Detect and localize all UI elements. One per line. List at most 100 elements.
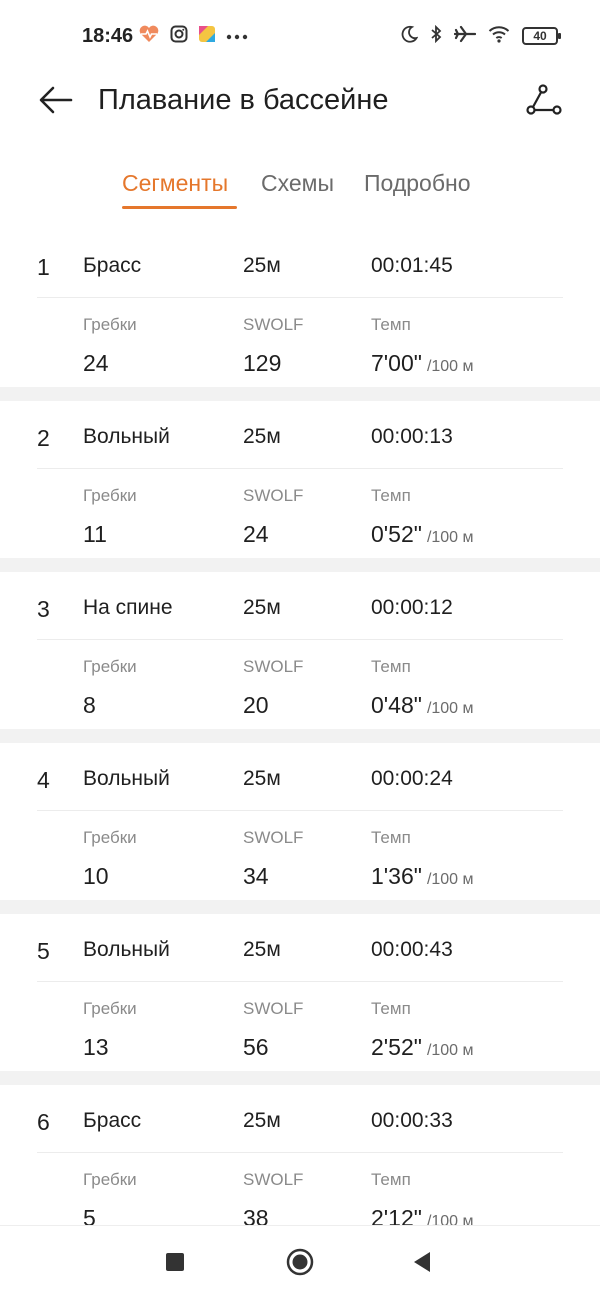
wifi-icon	[488, 25, 510, 48]
strokes-value: 8	[83, 692, 96, 718]
strokes-value: 10	[83, 863, 109, 889]
pace-label: Темп	[371, 657, 411, 676]
segment-number: 4	[37, 767, 50, 793]
swolf-value: 24	[243, 521, 269, 547]
strokes-label: Гребки	[83, 1170, 137, 1189]
segment-distance: 25м	[243, 767, 281, 790]
more-dots-icon	[226, 27, 248, 45]
back-nav-button[interactable]	[400, 1242, 444, 1286]
segment-stroke-style: Вольный	[83, 425, 170, 448]
recents-square-icon	[165, 1252, 185, 1277]
status-left-icons	[138, 24, 248, 48]
segment-number: 6	[37, 1109, 50, 1135]
strokes-label: Гребки	[83, 999, 137, 1018]
pace-value: 2'52"	[371, 1034, 422, 1060]
heart-rate-icon	[138, 24, 160, 49]
app-icon	[198, 25, 216, 48]
segment-summary-row: 6 Брасс 25м 00:00:33	[0, 1085, 600, 1153]
segment-stroke-style: Брасс	[83, 254, 142, 277]
segment-distance: 25м	[243, 254, 281, 277]
segment-separator	[0, 900, 600, 914]
pace-label: Темп	[371, 315, 411, 334]
segment-stroke-style: Брасс	[83, 1109, 142, 1132]
pace-label: Темп	[371, 486, 411, 505]
segment-number: 1	[37, 254, 50, 280]
back-button[interactable]	[34, 80, 78, 124]
segment-separator	[0, 1071, 600, 1085]
segment-summary-row: 5 Вольный 25м 00:00:43	[0, 914, 600, 982]
pace-value-group: 2'52"/100 м	[371, 1034, 474, 1061]
divider	[37, 981, 563, 982]
swolf-label: SWOLF	[243, 999, 304, 1018]
segment-card[interactable]: 2 Вольный 25м 00:00:13 Гребки SWOLF Темп…	[0, 401, 600, 572]
strokes-value: 24	[83, 350, 109, 376]
swolf-value: 129	[243, 350, 282, 376]
segment-distance: 25м	[243, 1109, 281, 1132]
tab-bar: Сегменты Схемы Подробно	[0, 160, 600, 220]
divider	[37, 297, 563, 298]
segment-time: 00:01:45	[371, 254, 453, 277]
active-tab-indicator	[122, 206, 237, 209]
airplane-icon	[453, 25, 477, 48]
segment-time: 00:00:33	[371, 1109, 453, 1132]
strokes-label: Гребки	[83, 828, 137, 847]
pace-unit: /100 м	[426, 529, 474, 546]
divider	[37, 810, 563, 811]
segment-number: 5	[37, 938, 50, 964]
segment-separator	[0, 558, 600, 572]
app-header: Плавание в бассейне	[0, 70, 600, 140]
segment-number: 2	[37, 425, 50, 451]
pace-unit: /100 м	[426, 700, 474, 717]
route-button[interactable]	[522, 80, 566, 124]
swolf-value: 34	[243, 863, 269, 889]
home-circle-icon	[286, 1248, 314, 1281]
segment-separator	[0, 387, 600, 401]
divider	[37, 1152, 563, 1153]
strokes-label: Гребки	[83, 657, 137, 676]
strokes-label: Гребки	[83, 486, 137, 505]
pace-label: Темп	[371, 1170, 411, 1189]
pace-label: Темп	[371, 828, 411, 847]
segment-number: 3	[37, 596, 50, 622]
segment-summary-row: 4 Вольный 25м 00:00:24	[0, 743, 600, 811]
strokes-value: 13	[83, 1034, 109, 1060]
tab-charts[interactable]: Схемы	[261, 170, 334, 197]
pace-value: 1'36"	[371, 863, 422, 889]
segment-stroke-style: Вольный	[83, 767, 170, 790]
segment-summary-row: 3 На спине 25м 00:00:12	[0, 572, 600, 640]
swolf-label: SWOLF	[243, 486, 304, 505]
divider	[37, 639, 563, 640]
segment-card[interactable]: 3 На спине 25м 00:00:12 Гребки SWOLF Тем…	[0, 572, 600, 743]
segment-card[interactable]: 5 Вольный 25м 00:00:43 Гребки SWOLF Темп…	[0, 914, 600, 1085]
swolf-value: 20	[243, 692, 269, 718]
moon-icon	[400, 25, 419, 48]
segment-summary-row: 1 Брасс 25м 00:01:45	[0, 230, 600, 298]
route-icon	[526, 83, 562, 121]
segment-card[interactable]: 1 Брасс 25м 00:01:45 Гребки SWOLF Темп 2…	[0, 230, 600, 401]
status-right-icons: 40	[400, 24, 561, 48]
tab-details[interactable]: Подробно	[364, 170, 471, 197]
pace-value-group: 0'48"/100 м	[371, 692, 474, 719]
swolf-value: 56	[243, 1034, 269, 1060]
status-time: 18:46	[82, 25, 134, 47]
swolf-label: SWOLF	[243, 657, 304, 676]
status-bar: 18:46 40	[0, 0, 600, 70]
home-button[interactable]	[278, 1242, 322, 1286]
swolf-label: SWOLF	[243, 828, 304, 847]
segment-time: 00:00:43	[371, 938, 453, 961]
divider	[37, 468, 563, 469]
segment-card[interactable]: 4 Вольный 25м 00:00:24 Гребки SWOLF Темп…	[0, 743, 600, 914]
pace-unit: /100 м	[426, 358, 474, 375]
tab-segments[interactable]: Сегменты	[122, 170, 228, 197]
system-navigation-bar	[0, 1226, 600, 1299]
pace-unit: /100 м	[426, 1042, 474, 1059]
pace-unit: /100 м	[426, 871, 474, 888]
segment-time: 00:00:13	[371, 425, 453, 448]
recents-button[interactable]	[153, 1242, 197, 1286]
swolf-label: SWOLF	[243, 1170, 304, 1189]
strokes-label: Гребки	[83, 315, 137, 334]
arrow-left-icon	[39, 86, 73, 119]
strokes-value: 11	[83, 521, 107, 547]
swolf-label: SWOLF	[243, 315, 304, 334]
segment-distance: 25м	[243, 596, 281, 619]
